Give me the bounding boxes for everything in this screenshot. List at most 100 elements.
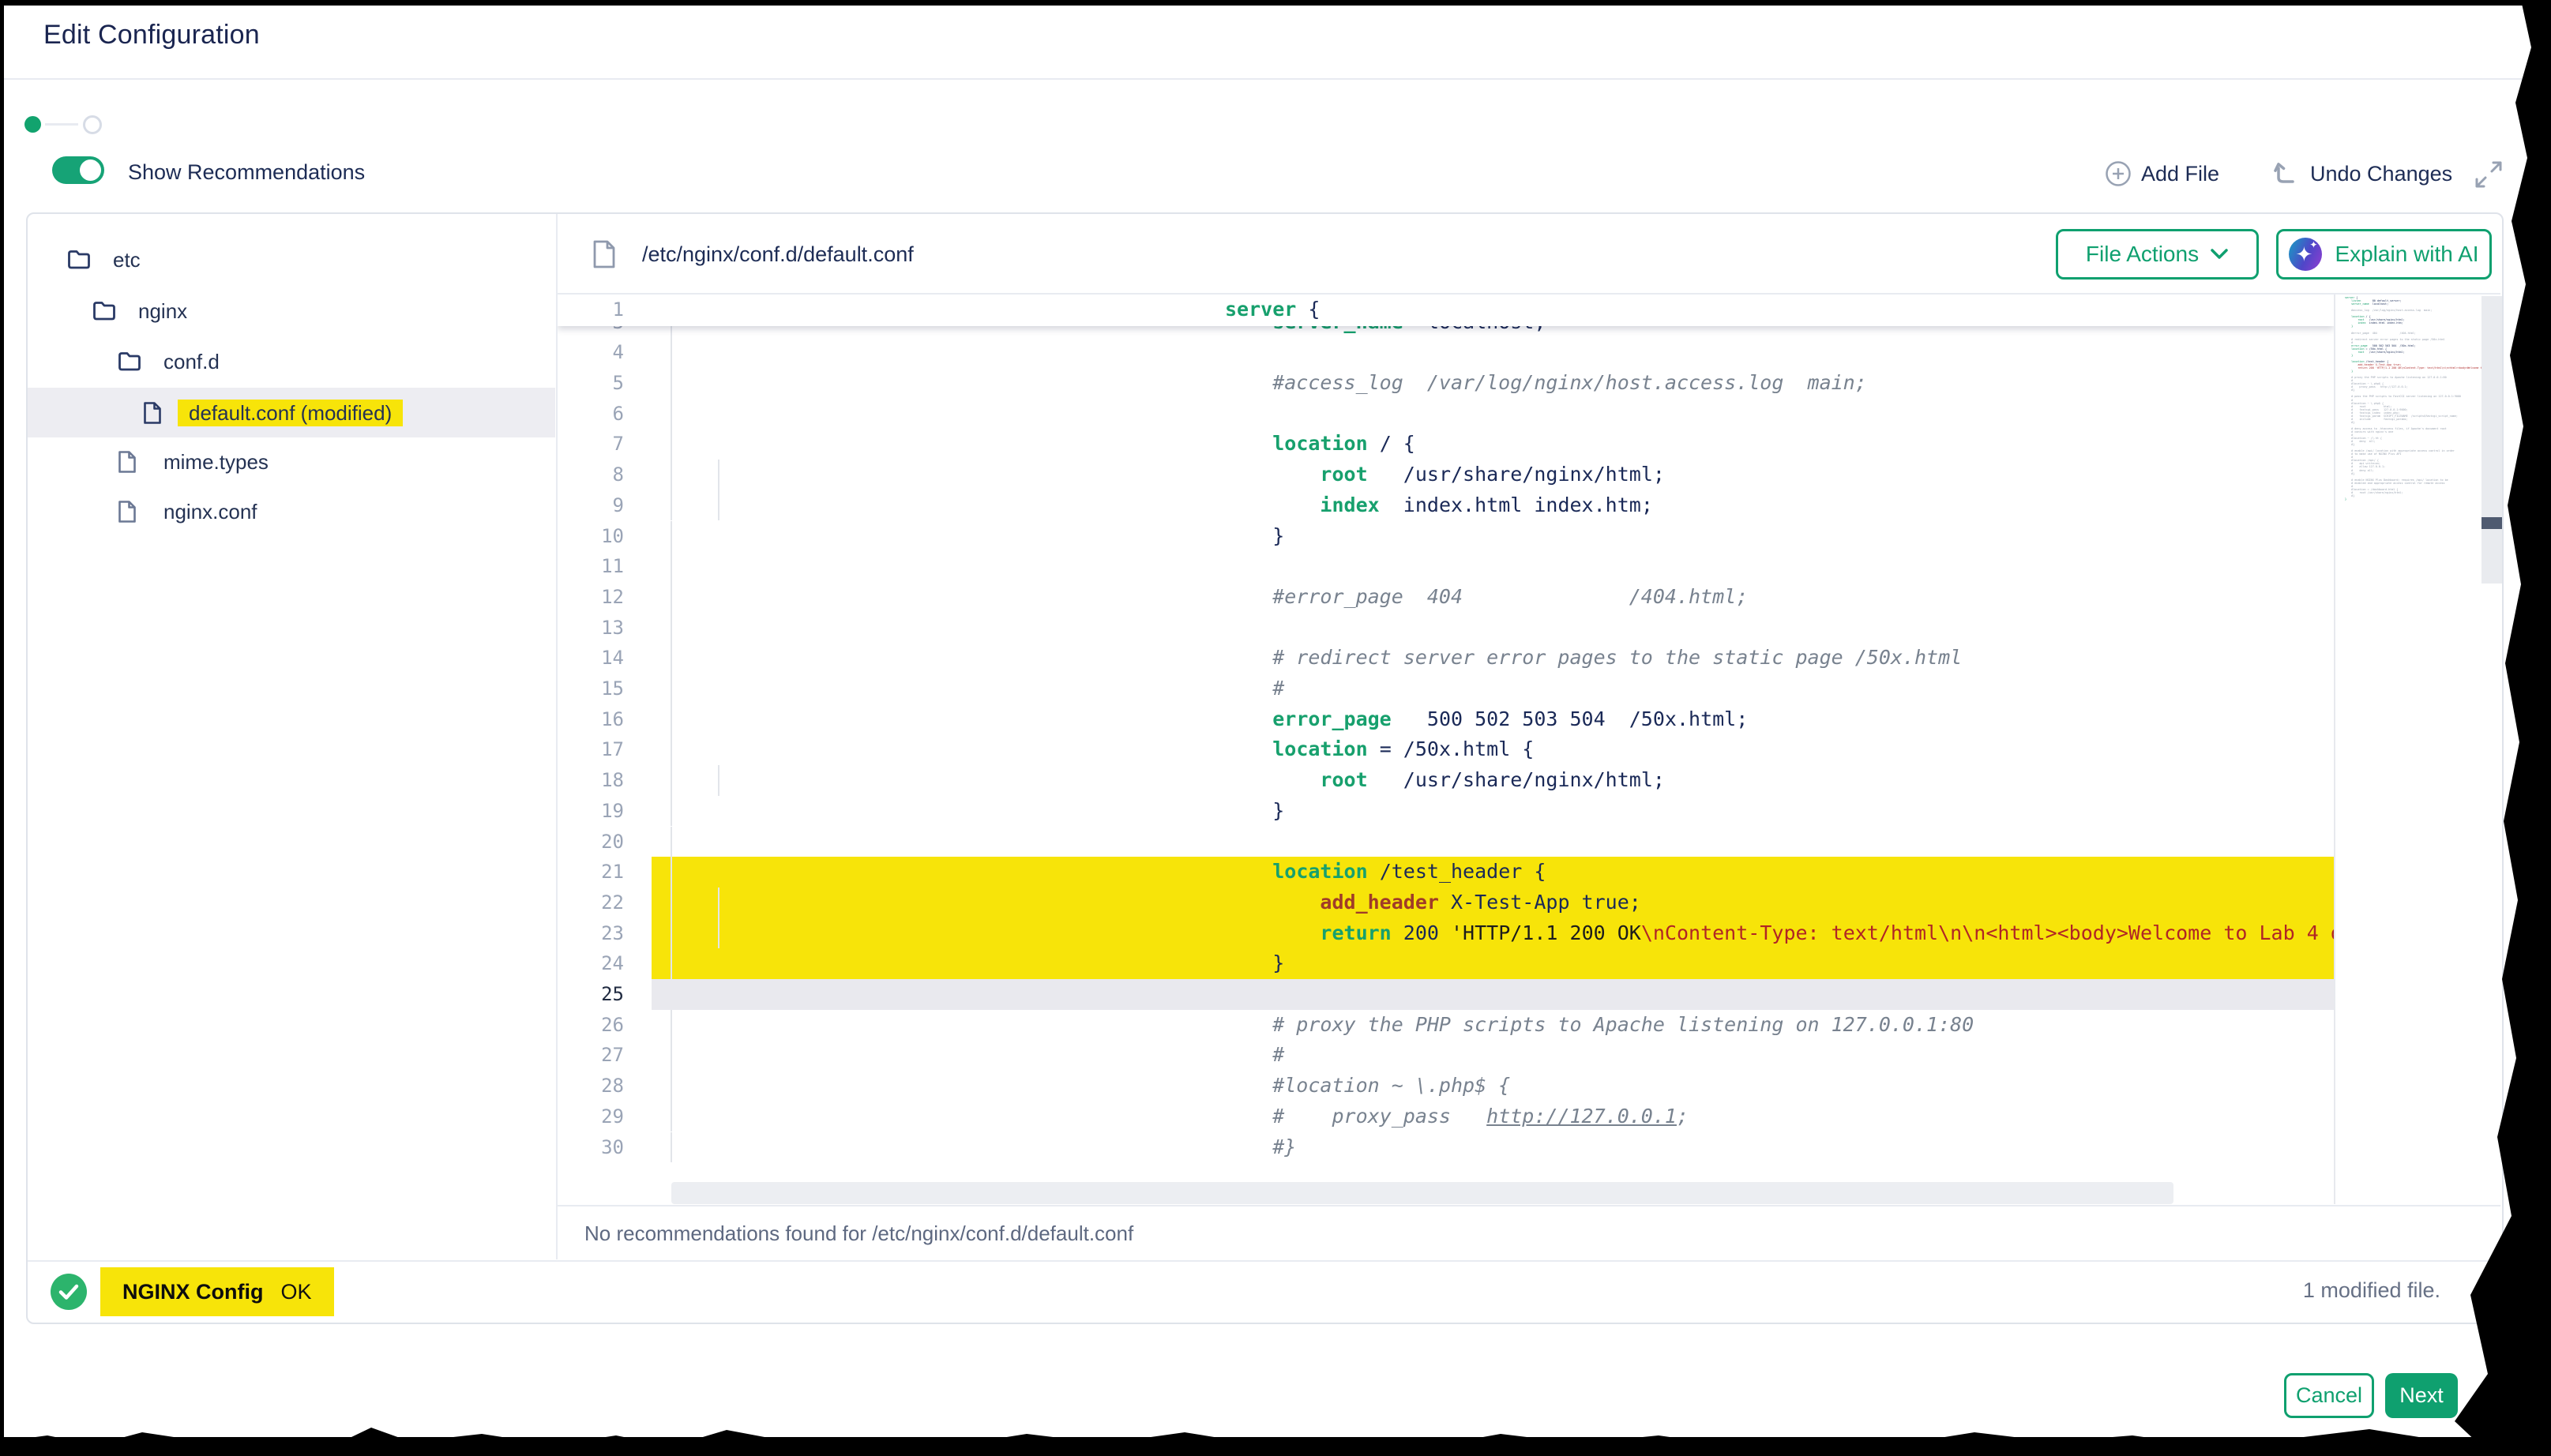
add-file-button[interactable]: Add File <box>2105 160 2219 187</box>
cancel-button[interactable]: Cancel <box>2284 1373 2374 1418</box>
chevron-down-icon <box>2210 248 2229 261</box>
code-line: index index.html index.htm; <box>1225 490 1653 521</box>
indent-guide <box>671 1101 672 1132</box>
no-recommendations-text: No recommendations found for /etc/nginx/… <box>584 1221 1133 1246</box>
line-number: 24 <box>558 948 624 979</box>
edit-configuration-dialog: Edit Configuration Show Recommendations … <box>4 6 2537 1437</box>
line-number: 30 <box>558 1132 624 1163</box>
status-bar-divider <box>28 1260 2500 1262</box>
show-recommendations-toggle[interactable] <box>52 156 104 184</box>
line-number: 7 <box>558 429 624 460</box>
tree-item-conf.d[interactable]: conf.d <box>28 336 555 386</box>
code-line: add_header X-Test-App true; <box>1225 887 1641 918</box>
line-number: 9 <box>558 490 624 521</box>
code-line: } <box>1225 521 1284 552</box>
code-editor[interactable]: 3 server_name localhost;45 #access_log /… <box>558 295 2334 1204</box>
line-number: 12 <box>558 582 624 613</box>
code-line: location / { <box>1225 429 1415 460</box>
file-actions-label: File Actions <box>2086 242 2199 267</box>
code-line: # <box>1225 674 1284 704</box>
line-number: 10 <box>558 521 624 552</box>
code-line: #access_log /var/log/nginx/host.access.l… <box>1225 368 1867 399</box>
code-line: # proxy the PHP scripts to Apache listen… <box>1225 1010 1974 1041</box>
tree-item-mime.types[interactable]: mime.types <box>28 437 555 486</box>
indent-guide <box>718 490 719 521</box>
vertical-scrollbar[interactable] <box>2481 295 2502 1204</box>
config-status-badge: NGINX Config OK <box>100 1267 334 1316</box>
add-file-label: Add File <box>2141 162 2219 186</box>
horizontal-scrollbar-thumb[interactable] <box>671 1182 2173 1204</box>
sticky-scroll-line[interactable]: 1server { <box>558 295 2334 326</box>
file-icon <box>118 450 137 474</box>
file-icon <box>118 500 137 523</box>
indent-guide <box>718 918 719 949</box>
code-line: #location ~ \.php$ { <box>1225 1071 1510 1101</box>
line-number: 13 <box>558 613 624 644</box>
code-line: location = /50x.html { <box>1225 734 1534 765</box>
code-line: server { <box>1225 295 1320 325</box>
line-number: 21 <box>558 857 624 887</box>
indent-guide <box>671 887 672 918</box>
folder-icon <box>92 301 116 321</box>
explain-with-ai-button[interactable]: ✦ ✦ Explain with AI <box>2276 229 2492 280</box>
line-number: 25 <box>558 979 624 1010</box>
tree-item-label: etc <box>102 246 152 273</box>
file-actions-button[interactable]: File Actions <box>2056 229 2259 280</box>
line-number: 4 <box>558 337 624 368</box>
check-circle-icon <box>51 1274 87 1310</box>
code-line: return 200 'HTTP/1.1 200 OK\nContent-Typ… <box>1225 918 2334 949</box>
tree-item-label: conf.d <box>152 348 231 375</box>
indent-guide <box>671 368 672 399</box>
code-line: } <box>1225 948 1284 979</box>
next-label: Next <box>2399 1383 2444 1408</box>
ai-sparkle-icon: ✦ ✦ <box>2289 238 2322 271</box>
tree-item-etc[interactable]: etc <box>28 235 555 284</box>
indent-guide <box>671 948 672 979</box>
folder-icon <box>118 351 141 372</box>
indent-guide <box>671 1040 672 1071</box>
indent-guide <box>671 857 672 887</box>
line-number: 26 <box>558 1010 624 1041</box>
show-recommendations-label: Show Recommendations <box>128 160 365 185</box>
tree-item-label: nginx <box>127 298 198 325</box>
indent-guide <box>671 490 672 521</box>
step-connector <box>45 123 78 126</box>
tree-item-label: mime.types <box>152 448 280 475</box>
line-number: 28 <box>558 1071 624 1101</box>
expand-icon[interactable] <box>2473 159 2504 190</box>
undo-icon <box>2272 160 2301 187</box>
line-number: 18 <box>558 765 624 796</box>
undo-changes-button[interactable]: Undo Changes <box>2272 160 2452 187</box>
folder-icon <box>67 250 91 270</box>
indent-guide <box>718 887 719 918</box>
indent-guide <box>671 674 672 704</box>
line-number: 14 <box>558 643 624 674</box>
indent-guide <box>671 551 672 582</box>
tree-item-nginx.conf[interactable]: nginx.conf <box>28 486 555 536</box>
stepper <box>24 114 119 137</box>
code-line: root /usr/share/nginx/html; <box>1225 460 1665 490</box>
indent-guide <box>671 460 672 490</box>
vertical-scrollbar-thumb[interactable] <box>2481 296 2502 584</box>
step-1-dot[interactable] <box>24 116 41 133</box>
cancel-label: Cancel <box>2296 1383 2362 1408</box>
overview-ruler-modified-marker <box>2481 517 2502 529</box>
code-line: # redirect server error pages to the sta… <box>1225 643 1962 674</box>
line-number: 23 <box>558 918 624 949</box>
recommendations-divider <box>558 1205 2500 1206</box>
minimap[interactable]: server { listen 80 default_server; serve… <box>2334 295 2483 1204</box>
code-line: } <box>1225 796 1284 827</box>
next-button[interactable]: Next <box>2385 1373 2458 1418</box>
line-number: 16 <box>558 704 624 735</box>
line-number: 27 <box>558 1040 624 1071</box>
code-line: root /usr/share/nginx/html; <box>1225 765 1665 796</box>
step-2-dot[interactable] <box>83 115 102 134</box>
tree-item-nginx[interactable]: nginx <box>28 286 555 336</box>
screenshot-stage: Edit Configuration Show Recommendations … <box>0 0 2551 1456</box>
indent-guide <box>671 918 672 949</box>
tree-item-default.conf[interactable]: default.conf (modified) <box>28 388 555 437</box>
file-tree: etc nginx conf.d default.conf (modified) mim… <box>28 214 555 1259</box>
config-status-value: OK <box>280 1280 311 1304</box>
indent-guide <box>671 827 672 857</box>
indent-guide <box>671 521 672 552</box>
